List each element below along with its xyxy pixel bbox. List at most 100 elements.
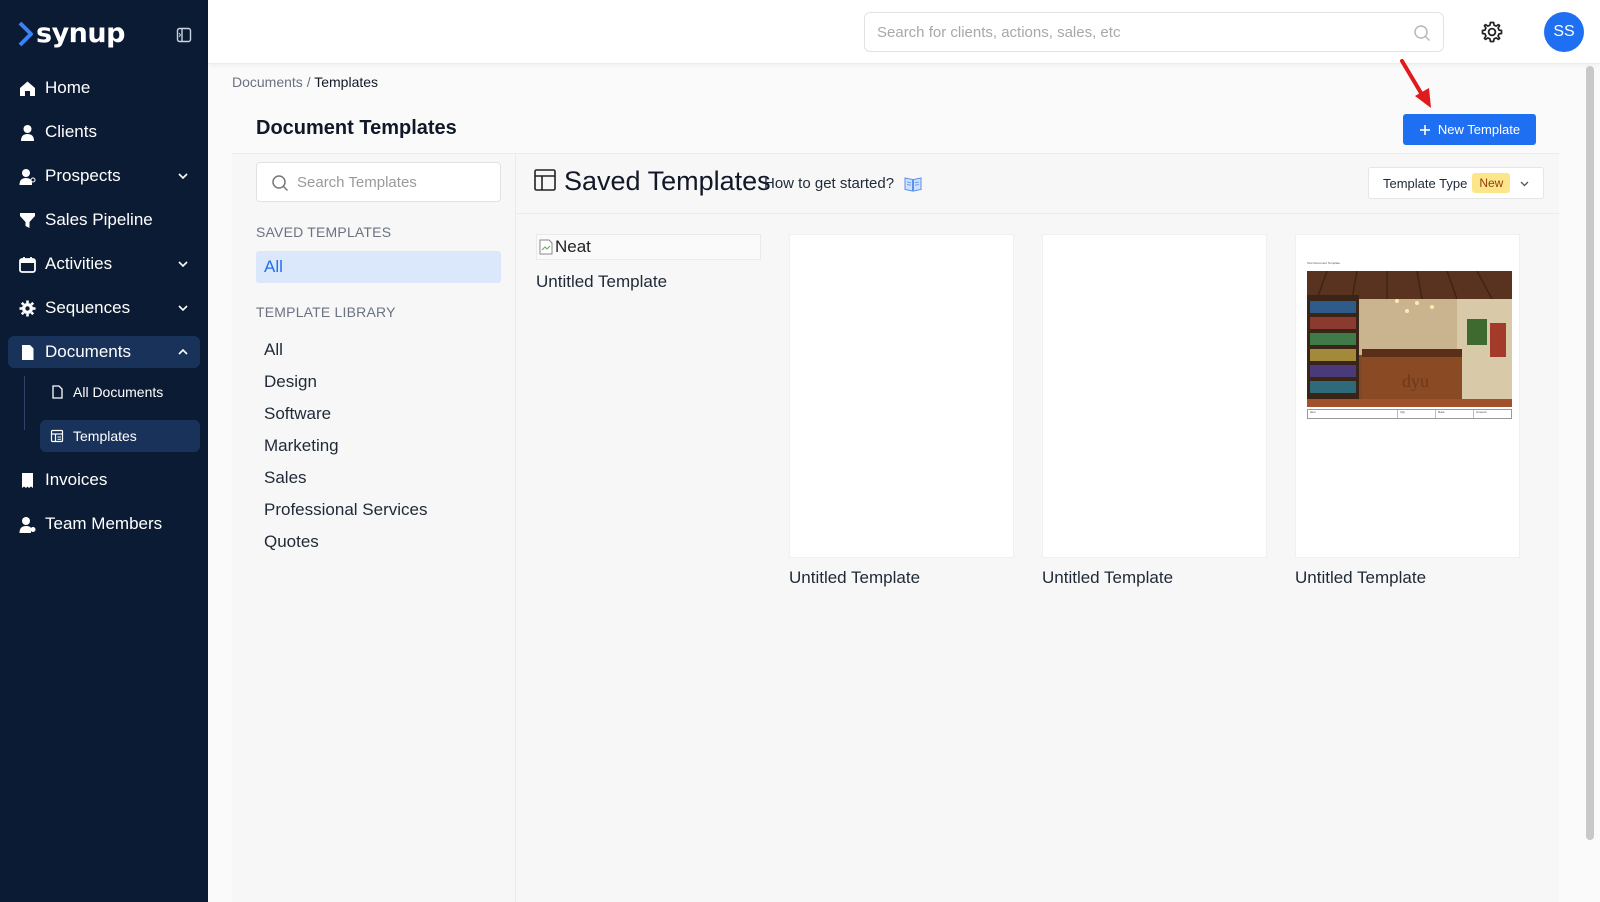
preview-table-header: Amount [1473, 410, 1511, 418]
funnel-icon [18, 211, 36, 229]
library-filter-quotes[interactable]: Quotes [264, 526, 427, 558]
preview-photo: dyu [1307, 271, 1512, 407]
breadcrumb: Documents / Templates [232, 74, 378, 90]
template-name[interactable]: Untitled Template [789, 568, 1014, 588]
library-filter-design[interactable]: Design [264, 366, 427, 398]
sidebar-item-sales-pipeline[interactable]: Sales Pipeline [8, 204, 200, 236]
template-filters: SAVED TEMPLATES All TEMPLATE LIBRARY All… [232, 154, 516, 902]
red-arrow-annotation [1400, 59, 1431, 108]
global-search-input[interactable] [865, 13, 1443, 51]
user-avatar[interactable]: SS [1544, 12, 1584, 52]
template-type-dropdown[interactable]: Template Type New [1368, 167, 1544, 199]
library-filter-professional-services[interactable]: Professional Services [264, 494, 427, 526]
file-icon [50, 385, 64, 399]
top-bar: SS [208, 0, 1600, 64]
sidebar-item-label: Documents [45, 342, 131, 361]
library-filter-all[interactable]: All [264, 334, 427, 366]
user-icon [18, 123, 36, 141]
search-icon [272, 175, 289, 192]
calendar-icon [18, 255, 36, 273]
preview-doc-title: Test Document Template [1307, 261, 1340, 265]
broken-image: Neat [537, 237, 591, 257]
template-name[interactable]: Untitled Template [1295, 568, 1520, 588]
plus-icon [1419, 124, 1430, 135]
sidebar-item-label: Invoices [45, 470, 108, 489]
sidebar-item-sequences[interactable]: Sequences [8, 292, 200, 324]
template-card[interactable]: Test Document Template dyu Item Qty Rate… [1295, 234, 1520, 588]
document-preview: Test Document Template dyu Item Qty Rate… [1296, 235, 1519, 557]
chevron-down-icon [178, 173, 188, 180]
sidebar-item-label: Activities [45, 254, 113, 273]
library-filter-marketing[interactable]: Marketing [264, 430, 427, 462]
templates-panel: SAVED TEMPLATES All TEMPLATE LIBRARY All… [232, 153, 1559, 902]
template-thumbnail[interactable] [789, 234, 1014, 558]
breadcrumb-separator: / [306, 74, 311, 90]
template-name[interactable]: Untitled Template [536, 272, 761, 292]
template-search-input[interactable] [257, 163, 500, 201]
library-filter-software[interactable]: Software [264, 398, 427, 430]
logo-row: synup [18, 18, 198, 54]
sidebar-item-home[interactable]: Home [8, 72, 200, 104]
sidebar-item-documents[interactable]: Documents [8, 336, 200, 368]
template-thumbnail[interactable] [1042, 234, 1267, 558]
chevron-down-icon [1520, 181, 1529, 187]
sidebar-item-label: Sales Pipeline [45, 210, 153, 229]
template-thumbnail[interactable]: Test Document Template dyu Item Qty Rate… [1295, 234, 1520, 558]
open-book-icon[interactable] [904, 176, 922, 192]
sidebar-item-label: Clients [45, 122, 97, 141]
sidebar-item-invoices[interactable]: Invoices [8, 464, 200, 496]
template-thumbnail[interactable]: Neat [536, 234, 761, 260]
template-library-list: All Design Software Marketing Sales Prof… [264, 334, 427, 558]
template-name[interactable]: Untitled Template [1042, 568, 1267, 588]
sidebar-item-clients[interactable]: Clients [8, 116, 200, 148]
new-template-label: New Template [1437, 122, 1521, 137]
chevron-up-icon [178, 348, 188, 355]
svg-text:dyu: dyu [1402, 371, 1429, 391]
documents-subnav: All Documents Templates [24, 376, 200, 452]
receipt-icon [18, 471, 36, 489]
logo-chevron-icon [18, 21, 33, 46]
settings-gear-icon[interactable] [1480, 20, 1504, 44]
saved-filter-all[interactable]: All [256, 251, 501, 283]
breadcrumb-documents-link[interactable]: Documents [232, 74, 303, 90]
user-search-icon [18, 167, 36, 185]
gear-icon [18, 299, 36, 317]
preview-table-header: Item [1310, 410, 1316, 414]
saved-templates-area: Saved Templates How to get started? Temp… [516, 154, 1559, 902]
template-card[interactable]: Neat Untitled Template [536, 234, 761, 292]
layout-icon [534, 169, 556, 191]
saved-templates-header: Saved Templates How to get started? Temp… [516, 154, 1559, 214]
new-template-button[interactable]: New Template [1403, 114, 1536, 145]
sidebar-item-label: Home [45, 78, 91, 97]
preview-table-header: Qty [1397, 410, 1435, 418]
document-icon [18, 343, 36, 361]
team-icon [18, 515, 36, 533]
sidebar-item-label: Prospects [45, 166, 121, 185]
sidebar-item-activities[interactable]: Activities [8, 248, 200, 280]
global-search [864, 12, 1444, 52]
sidebar-subitem-templates[interactable]: Templates [40, 420, 200, 452]
home-icon [18, 79, 36, 97]
breadcrumb-current: Templates [314, 74, 379, 90]
how-to-get-started-link[interactable]: How to get started? [764, 175, 894, 192]
sidebar-item-label: Team Members [45, 514, 163, 533]
sidebar-item-prospects[interactable]: Prospects [8, 160, 200, 192]
page-title: Document Templates [256, 117, 457, 139]
sidebar-collapse-icon[interactable] [176, 27, 192, 43]
sidebar-item-label: Sequences [45, 298, 131, 317]
search-icon[interactable] [1413, 24, 1431, 42]
sidebar-subitem-all-documents[interactable]: All Documents [40, 376, 200, 408]
image-alt-text: Neat [555, 237, 591, 256]
sidebar-subitem-label: Templates [73, 428, 137, 444]
page-scrollbar[interactable] [1586, 66, 1594, 840]
template-library-heading: TEMPLATE LIBRARY [256, 304, 396, 320]
chevron-down-icon [178, 261, 188, 268]
chevron-down-icon [178, 305, 188, 312]
template-icon [50, 429, 64, 443]
template-card[interactable]: Untitled Template [1042, 234, 1267, 588]
template-card[interactable]: Untitled Template [789, 234, 1014, 588]
library-filter-sales[interactable]: Sales [264, 462, 427, 494]
sidebar-item-team-members[interactable]: Team Members [8, 508, 200, 540]
sidebar-subitem-label: All Documents [73, 384, 164, 400]
synup-logo[interactable]: synup [18, 18, 198, 49]
